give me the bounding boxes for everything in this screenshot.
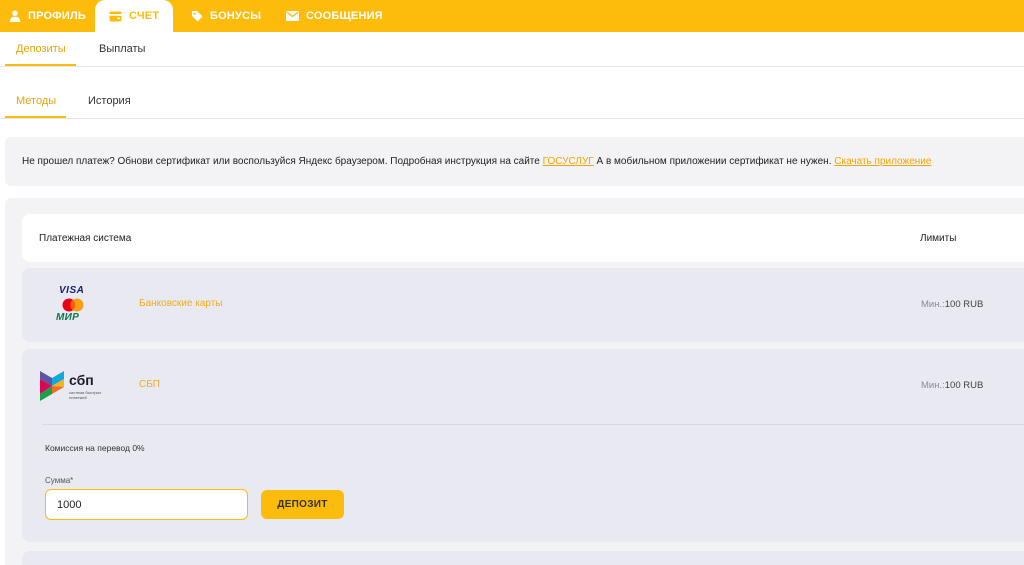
- row-divider: [42, 424, 1024, 425]
- top-nav-bar: ПРОФИЛЬ СЧЕТ БОНУСЫ СООБЩЕНИЯ: [0, 0, 1024, 32]
- tab-deposits[interactable]: Депозиты: [16, 43, 66, 55]
- active-subtab-underline: [5, 116, 66, 118]
- tab-profile[interactable]: ПРОФИЛЬ: [9, 0, 86, 32]
- method-row-bank-cards[interactable]: VISA МИР Банковские карты Мин.:100 RUB: [22, 268, 1024, 342]
- limit-sbp: Мин.:100 RUB: [921, 380, 983, 391]
- sbp-logo-mark: [40, 371, 64, 401]
- col-payment-system: Платежная система: [39, 233, 132, 244]
- col-limits: Лимиты: [920, 233, 957, 244]
- mastercard-logo: [62, 298, 84, 312]
- tab-bonuses-label: БОНУСЫ: [210, 10, 262, 22]
- tab-account[interactable]: СЧЕТ: [95, 0, 173, 32]
- bank-cards-logo: VISA МИР: [56, 285, 90, 325]
- user-icon: [9, 10, 21, 22]
- tab-history[interactable]: История: [88, 95, 131, 107]
- tab-bonuses[interactable]: БОНУСЫ: [191, 0, 261, 32]
- sbp-logo: сбп система быстрых платежей: [38, 369, 110, 403]
- limit-label: Мин.:: [921, 299, 945, 310]
- tab-messages[interactable]: СООБЩЕНИЯ: [286, 0, 383, 32]
- table-header: Платежная система Лимиты: [22, 214, 1024, 262]
- active-tab-underline: [5, 64, 76, 66]
- notice-text-2: А в мобильном приложении сертификат не н…: [593, 156, 835, 167]
- gosuslugi-link[interactable]: ГОСУСЛУГ: [543, 156, 594, 167]
- tab-methods[interactable]: Методы: [16, 95, 56, 107]
- sbp-logo-text: сбп: [69, 372, 94, 388]
- tab-profile-label: ПРОФИЛЬ: [28, 10, 86, 22]
- method-row-next[interactable]: [22, 551, 1024, 565]
- limit-bank-cards: Мин.:100 RUB: [921, 299, 983, 310]
- limit-label: Мин.:: [921, 380, 945, 391]
- tab-account-label: СЧЕТ: [129, 10, 160, 22]
- amount-input[interactable]: [45, 489, 248, 520]
- method-name-bank-cards[interactable]: Банковские карты: [139, 298, 222, 309]
- account-subnav: Депозиты Выплаты: [0, 32, 1024, 67]
- tab-withdrawals[interactable]: Выплаты: [99, 43, 145, 55]
- download-app-link[interactable]: Скачать приложение: [834, 156, 931, 167]
- limit-value: 100 RUB: [944, 299, 984, 310]
- visa-logo: VISA: [59, 285, 85, 296]
- tab-messages-label: СООБЩЕНИЯ: [306, 10, 383, 22]
- envelope-icon: [286, 11, 299, 21]
- amount-label: Сумма*: [45, 476, 74, 485]
- sbp-logo-caption-2: платежей: [69, 395, 87, 400]
- deposit-button[interactable]: ДЕПОЗИТ: [261, 490, 344, 519]
- limit-value: 100 RUB: [944, 380, 984, 391]
- notice-text-1: Не прошел платеж? Обнови сертификат или …: [22, 156, 543, 167]
- deposit-subnav: Методы История: [0, 67, 1024, 119]
- commission-text: Комиссия на перевод 0%: [45, 443, 145, 453]
- method-name-sbp[interactable]: СБП: [139, 379, 160, 390]
- method-row-sbp: сбп система быстрых платежей СБП Мин.:10…: [22, 349, 1024, 542]
- tag-icon: [191, 10, 203, 22]
- mir-logo: МИР: [56, 312, 80, 323]
- certificate-notice: Не прошел платеж? Обнови сертификат или …: [5, 137, 1024, 186]
- wallet-icon: [109, 11, 122, 22]
